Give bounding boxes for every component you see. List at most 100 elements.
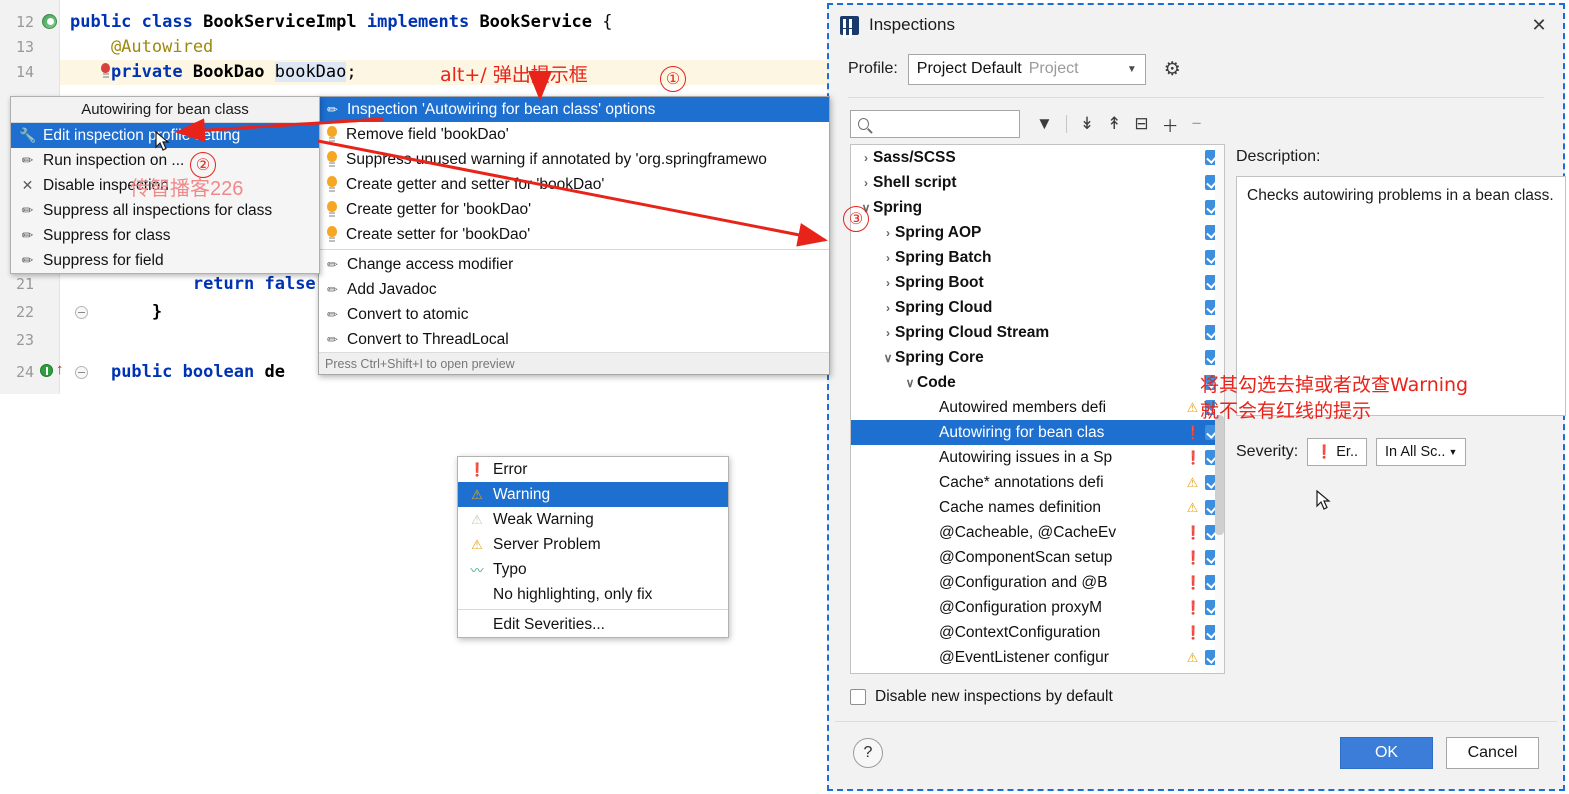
tree-row[interactable]: › Sass/SCSS	[851, 145, 1224, 170]
tree-row[interactable]: ∨ Spring Core	[851, 345, 1224, 370]
menu-item-label: Suppress for class	[43, 227, 171, 244]
implements-arrow-icon[interactable]: ↑	[56, 362, 64, 377]
tree-row[interactable]: › Spring Boot	[851, 270, 1224, 295]
profile-row: Profile: Project Default Project ▼ ⚙	[848, 52, 1544, 86]
tree-toolbar: ▼​ ↡ ↟ ⊟ ＋ −	[850, 107, 1250, 141]
tree-row[interactable]: Cache* annotations defi ⚠	[851, 470, 1224, 495]
remove-icon[interactable]: −	[1192, 114, 1202, 134]
toolbar-divider	[1065, 115, 1067, 133]
edit-icon: ✏	[327, 307, 338, 322]
gear-icon[interactable]: ⚙	[1164, 58, 1181, 81]
severity-menu-item[interactable]: Edit Severities...	[458, 612, 728, 637]
annotation-marker-2: ②	[190, 152, 216, 178]
tree-row[interactable]: @ComponentScan setup ❗	[851, 545, 1224, 570]
ok-button[interactable]: OK	[1340, 736, 1433, 769]
intention-item-convert-to-threadlocal[interactable]: ✏ Convert to ThreadLocal	[319, 327, 829, 352]
tree-row[interactable]: @Configuration proxyM ❗	[851, 595, 1224, 620]
intention-item-create-getter[interactable]: Create getter for 'bookDao'	[319, 197, 829, 222]
filter-icon[interactable]: ▼​	[1036, 114, 1053, 134]
tree-row[interactable]: › Spring Cloud	[851, 295, 1224, 320]
warning-icon: ⚠	[1186, 474, 1199, 490]
collapse-all-icon[interactable]: ↟	[1107, 114, 1121, 134]
intention-item-suppress-unused-warning[interactable]: Suppress unused warning if annotated by …	[319, 147, 829, 172]
disable-new-inspections-checkbox[interactable]	[850, 689, 866, 705]
chevron-right-icon[interactable]: ›	[859, 151, 873, 165]
tree-row-label: Spring AOP	[895, 223, 982, 241]
inspections-dialog[interactable]: Inspections ✕ Profile: Project Default P…	[827, 3, 1566, 791]
dialog-title: Inspections	[869, 15, 955, 34]
add-icon[interactable]: ＋	[1162, 112, 1179, 137]
menu-item-label: Suppress all inspections for class	[43, 202, 273, 219]
code-line-21: return false;	[192, 274, 326, 294]
tree-row[interactable]: Autowiring issues in a Sp ❗	[851, 445, 1224, 470]
intention-item-create-setter[interactable]: Create setter for 'bookDao'	[319, 222, 829, 247]
menu-item-suppress-all-for-class[interactable]: ✏ Suppress all inspections for class	[11, 198, 319, 223]
chevron-right-icon[interactable]: ›	[881, 251, 895, 265]
chevron-right-icon[interactable]: ›	[881, 326, 895, 340]
severity-menu-item[interactable]: ⚠ Server Problem	[458, 532, 728, 557]
intention-item-inspection-options[interactable]: ✏ Inspection 'Autowiring for bean class'…	[319, 97, 829, 122]
severity-dropdown-menu[interactable]: ❗ Error ⚠ Warning ⚠ Weak Warning ⚠ Server Probl…	[457, 456, 729, 638]
severity-menu-item[interactable]: ❗ Error	[458, 457, 728, 482]
tree-row[interactable]: @EventListener configur ⚠	[851, 645, 1224, 670]
intention-item-convert-to-atomic[interactable]: ✏ Convert to atomic	[319, 302, 829, 327]
suppress-icon: ✏	[21, 202, 34, 218]
class-gutter-icon[interactable]	[42, 14, 57, 29]
severity-menu-item[interactable]: ⚠ Warning	[458, 482, 728, 507]
tree-row[interactable]: › Spring AOP	[851, 220, 1224, 245]
disable-new-inspections-row[interactable]: Disable new inspections by default	[850, 688, 1113, 706]
chevron-right-icon[interactable]: ›	[881, 301, 895, 315]
collapse-node-icon[interactable]: ⊟	[1134, 114, 1148, 134]
tree-scrollbar[interactable]	[1215, 145, 1224, 673]
inspection-tree[interactable]: › Sass/SCSS › Shell script ∨ Spring › Spring AO…	[850, 144, 1225, 674]
intention-popup-footer: Press Ctrl+Shift+I to open preview	[319, 352, 829, 374]
tree-row[interactable]: Cache names definition ⚠	[851, 495, 1224, 520]
tree-row[interactable]: › Shell script	[851, 170, 1224, 195]
search-input[interactable]	[850, 110, 1020, 138]
chevron-right-icon[interactable]: ›	[859, 176, 873, 190]
code-line-14: private BookDao bookDao;	[110, 62, 357, 82]
tree-row[interactable]: › Spring Batch	[851, 245, 1224, 270]
severity-menu-item[interactable]: No highlighting, only fix	[458, 582, 728, 607]
cancel-button[interactable]: Cancel	[1446, 736, 1539, 769]
override-gutter-icon[interactable]	[40, 364, 53, 377]
tree-row[interactable]: › Spring Cloud Stream	[851, 320, 1224, 345]
severity-dropdown-button[interactable]: ❗ Er..	[1307, 438, 1368, 466]
error-icon: ❗	[1185, 574, 1202, 590]
severity-menu-item[interactable]: 〰 Typo	[458, 557, 728, 582]
tree-row[interactable]: Field injection warning⚠	[851, 670, 1224, 673]
intention-actions-popup[interactable]: ✏ Inspection 'Autowiring for bean class'…	[318, 96, 830, 375]
tree-row[interactable]: Autowiring for bean clas ❗	[851, 420, 1224, 445]
intention-item-remove-field[interactable]: Remove field 'bookDao'	[319, 122, 829, 147]
menu-item-label: Suppress for field	[43, 252, 164, 269]
tree-scrollbar-thumb[interactable]	[1215, 415, 1224, 535]
chevron-right-icon[interactable]: ›	[881, 276, 895, 290]
chevron-right-icon[interactable]: ›	[881, 226, 895, 240]
search-field[interactable]	[874, 115, 1012, 133]
profile-dropdown[interactable]: Project Default Project ▼	[907, 53, 1146, 85]
tree-row[interactable]: ∨ Spring	[851, 195, 1224, 220]
intention-item-add-javadoc[interactable]: ✏ Add Javadoc	[319, 277, 829, 302]
run-inspection-icon: ✏	[21, 152, 34, 168]
help-button[interactable]: ?	[853, 737, 883, 768]
code-line-13: @Autowired	[70, 37, 214, 57]
line-number: 24	[15, 363, 34, 381]
menu-divider	[319, 249, 829, 250]
intention-item-change-access-modifier[interactable]: ✏ Change access modifier	[319, 252, 829, 277]
menu-item-suppress-for-field[interactable]: ✏ Suppress for field	[11, 248, 319, 273]
tree-row[interactable]: @ContextConfiguration ❗	[851, 620, 1224, 645]
tree-row[interactable]: @Cacheable, @CacheEv ❗	[851, 520, 1224, 545]
tree-row-label: Code	[917, 373, 956, 391]
close-icon[interactable]: ✕	[1526, 12, 1552, 38]
chevron-down-icon[interactable]: ∨	[903, 376, 917, 390]
expand-all-icon[interactable]: ↡	[1080, 114, 1094, 134]
scope-dropdown-button[interactable]: In All Sc.. ▼	[1376, 438, 1467, 466]
menu-item-suppress-for-class[interactable]: ✏ Suppress for class	[11, 223, 319, 248]
menu-divider	[458, 609, 728, 610]
chevron-down-icon[interactable]: ∨	[881, 351, 895, 365]
intention-item-create-getter-setter[interactable]: Create getter and setter for 'bookDao'	[319, 172, 829, 197]
tree-row[interactable]: Autowired members defi ⚠	[851, 395, 1224, 420]
severity-menu-item[interactable]: ⚠ Weak Warning	[458, 507, 728, 532]
tree-row[interactable]: @Configuration and @B ❗	[851, 570, 1224, 595]
tree-row[interactable]: ∨ Code	[851, 370, 1224, 395]
